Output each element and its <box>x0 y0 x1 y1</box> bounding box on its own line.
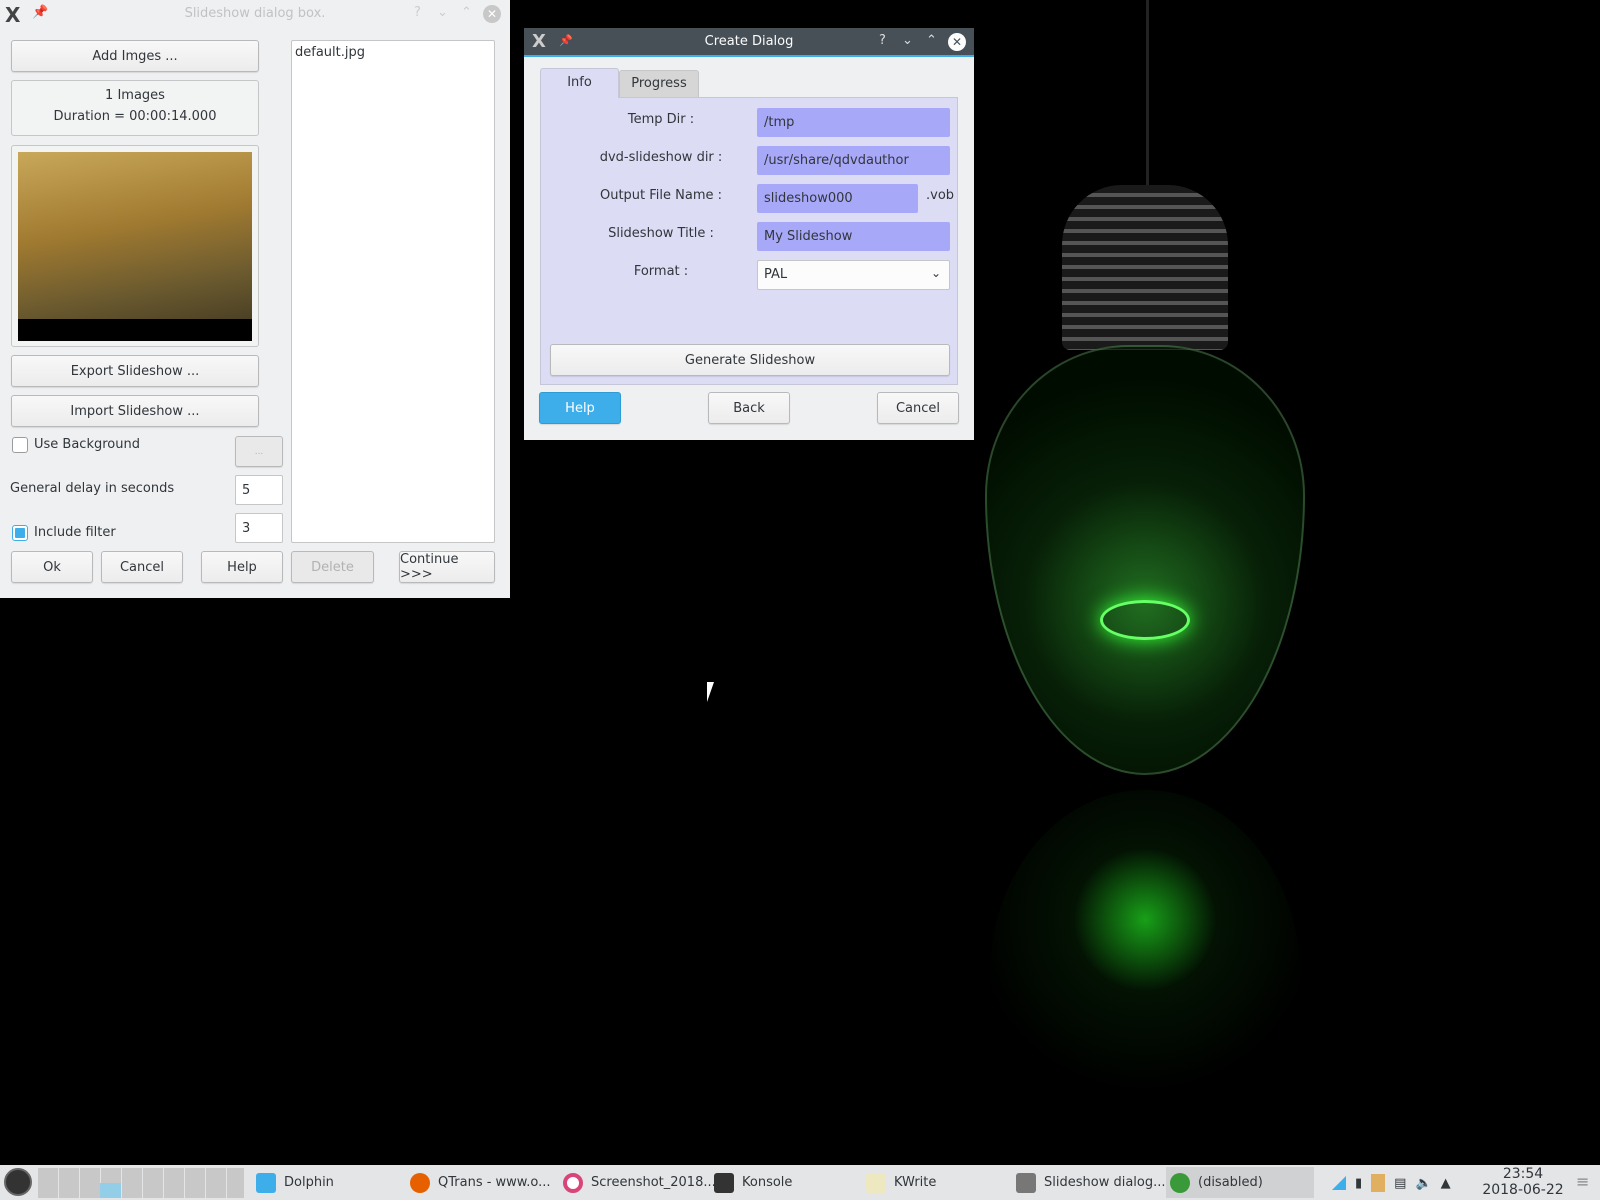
slideshow-title-label: Slideshow Title : <box>608 226 714 241</box>
folder-icon <box>256 1172 276 1193</box>
ok-button[interactable]: Ok <box>11 551 93 583</box>
format-value: PAL <box>764 267 788 282</box>
close-icon[interactable]: ✕ <box>483 5 501 23</box>
import-slideshow-button[interactable]: Import Slideshow ... <box>11 395 259 427</box>
output-extension: .vob <box>926 188 955 203</box>
bulb-socket <box>1062 185 1228 350</box>
back-button[interactable]: Back <box>708 392 790 424</box>
export-slideshow-button[interactable]: Export Slideshow ... <box>11 355 259 387</box>
file-list[interactable]: default.jpg <box>291 40 495 543</box>
minimize-icon[interactable]: ⌄ <box>437 5 448 20</box>
panel-menu-icon[interactable]: ≡ <box>1576 1172 1589 1191</box>
system-tray: ▮ ▤ 🔈 ▲ <box>1332 1172 1451 1194</box>
screenshot-icon <box>563 1172 583 1193</box>
task-label: QTrans - www.o... <box>438 1175 551 1190</box>
browse-background-button[interactable]: ... <box>235 436 283 467</box>
cancel-button[interactable]: Cancel <box>877 392 959 424</box>
network-icon[interactable] <box>1332 1176 1346 1190</box>
pager[interactable] <box>38 1168 244 1198</box>
task-dolphin[interactable]: Dolphin <box>256 1167 334 1198</box>
clipboard-icon[interactable] <box>1371 1174 1386 1192</box>
mouse-cursor-icon <box>707 682 723 702</box>
thumbnail-frame <box>11 145 259 347</box>
format-label: Format : <box>633 264 689 279</box>
clock[interactable]: 23:54 2018-06-22 <box>1480 1166 1566 1198</box>
tab-progress[interactable]: Progress <box>619 70 699 98</box>
create-dialog: X 📌 Create Dialog ? ⌄ ⌃ ✕ Info Progress … <box>524 28 974 440</box>
usb-icon[interactable]: ▮ <box>1355 1176 1362 1191</box>
help-button[interactable]: Help <box>539 392 621 424</box>
notes-icon[interactable]: ▤ <box>1394 1176 1406 1191</box>
help-button[interactable]: Help <box>201 551 283 583</box>
help-icon[interactable]: ? <box>879 33 886 48</box>
use-background-label: Use Background <box>34 437 140 452</box>
task-label: (disabled) <box>1198 1175 1263 1190</box>
task-konsole[interactable]: Konsole <box>714 1167 792 1198</box>
info-box: 1 Images Duration = 00:00:14.000 <box>11 80 259 136</box>
file-list-item[interactable]: default.jpg <box>292 41 494 64</box>
clock-time: 23:54 <box>1502 1166 1544 1182</box>
temp-dir-label: Temp Dir : <box>627 112 695 127</box>
use-background-checkbox[interactable] <box>12 437 28 453</box>
task-disabled[interactable]: (disabled) <box>1166 1167 1314 1198</box>
clock-date: 2018-06-22 <box>1482 1182 1564 1198</box>
firefox-icon <box>410 1172 430 1193</box>
image-count: 1 Images <box>105 88 165 103</box>
bulb-glass <box>985 345 1305 775</box>
text-editor-icon <box>866 1172 886 1193</box>
dvd-slideshow-dir-label: dvd-slideshow dir : <box>599 150 723 165</box>
slideshow-dialog: X 📌 Slideshow dialog box. ? ⌄ ⌃ ✕ Add Im… <box>0 0 510 598</box>
bulb-reflection <box>990 790 1300 1160</box>
task-label: Konsole <box>742 1175 793 1190</box>
volume-icon[interactable]: 🔈 <box>1415 1176 1431 1191</box>
task-label: KWrite <box>894 1175 937 1190</box>
thumbnail-image[interactable] <box>18 152 252 341</box>
terminal-icon <box>714 1172 734 1193</box>
filter-input[interactable]: 3 <box>235 513 283 543</box>
include-filter-checkbox[interactable] <box>12 525 28 541</box>
maximize-icon[interactable]: ⌃ <box>461 5 472 20</box>
temp-dir-input[interactable]: /tmp <box>757 108 950 137</box>
duration: Duration = 00:00:14.000 <box>53 109 217 124</box>
title-bar[interactable]: X 📌 Create Dialog ? ⌄ ⌃ ✕ <box>524 28 974 57</box>
minimize-icon[interactable]: ⌄ <box>902 33 913 48</box>
task-firefox[interactable]: QTrans - www.o... <box>410 1167 551 1198</box>
tab-info[interactable]: Info <box>540 68 619 98</box>
task-kwrite[interactable]: KWrite <box>866 1167 936 1198</box>
task-screenshot[interactable]: Screenshot_2018... <box>563 1167 716 1198</box>
task-label: Screenshot_2018... <box>591 1175 716 1190</box>
generate-slideshow-button[interactable]: Generate Slideshow <box>550 344 950 376</box>
chevron-down-icon: ⌄ <box>930 266 941 280</box>
include-filter-label: Include filter <box>34 525 116 540</box>
help-icon[interactable]: ? <box>414 5 421 20</box>
title-bar[interactable]: X 📌 Slideshow dialog box. ? ⌄ ⌃ ✕ <box>0 0 510 28</box>
add-images-button[interactable]: Add Imges ... <box>11 40 259 72</box>
pager-active-desktop[interactable] <box>100 1183 121 1198</box>
format-select[interactable]: PAL ⌄ <box>757 260 950 290</box>
task-label: Slideshow dialog... <box>1044 1175 1166 1190</box>
delay-label: General delay in seconds <box>10 481 175 496</box>
expand-tray-icon[interactable]: ▲ <box>1441 1176 1451 1191</box>
cancel-button[interactable]: Cancel <box>101 551 183 583</box>
update-icon <box>1170 1172 1190 1193</box>
info-panel: Temp Dir : /tmp dvd-slideshow dir : /usr… <box>540 97 958 385</box>
slideshow-title-input[interactable]: My Slideshow <box>757 222 950 251</box>
application-launcher-icon[interactable] <box>4 1168 32 1196</box>
output-file-name-label: Output File Name : <box>599 188 723 203</box>
output-file-name-input[interactable]: slideshow000 <box>757 184 918 213</box>
continue-button[interactable]: Continue >>> <box>399 551 495 583</box>
delete-button[interactable]: Delete <box>291 551 374 583</box>
window-title: Slideshow dialog box. <box>184 6 326 21</box>
maximize-icon[interactable]: ⌃ <box>926 33 937 48</box>
task-slideshow-dialog[interactable]: Slideshow dialog... <box>1016 1167 1166 1198</box>
bulb-cord <box>1146 0 1149 190</box>
task-label: Dolphin <box>284 1175 334 1190</box>
dvd-slideshow-dir-input[interactable]: /usr/share/qdvdauthor <box>757 146 950 175</box>
qdvdauthor-icon <box>1016 1172 1036 1193</box>
delay-input[interactable]: 5 <box>235 475 283 505</box>
close-icon[interactable]: ✕ <box>948 33 966 51</box>
bulb-chameleon <box>1100 600 1190 640</box>
